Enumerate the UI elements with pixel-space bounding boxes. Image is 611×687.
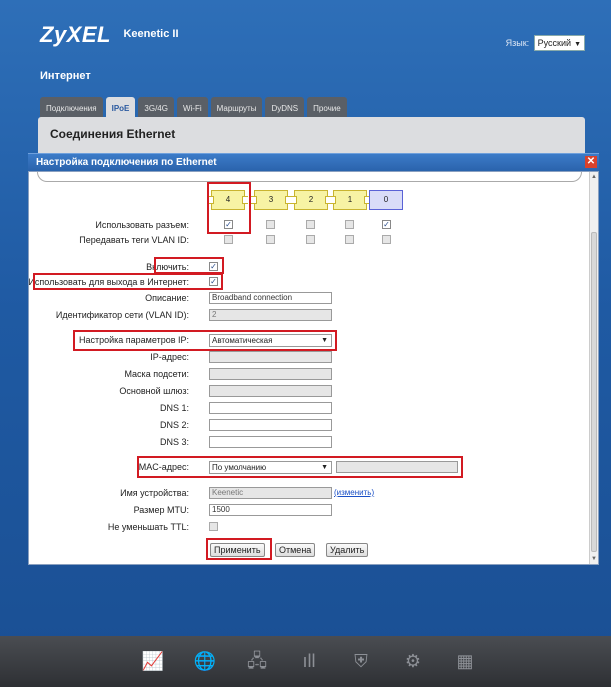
- chevron-down-icon: ▼: [321, 337, 328, 344]
- vlan-tag-0-checkbox[interactable]: [382, 235, 391, 244]
- scroll-up-icon[interactable]: ▲: [590, 174, 598, 180]
- chevron-down-icon: ▼: [574, 41, 581, 48]
- divider: [37, 172, 582, 182]
- gateway-input[interactable]: [209, 385, 332, 397]
- mtu-label: Размер MTU:: [133, 505, 189, 515]
- page-title: Интернет: [40, 70, 91, 82]
- dialog-scrollbar[interactable]: ▲ ▼: [589, 172, 598, 564]
- cancel-button[interactable]: Отмена: [275, 543, 316, 557]
- scroll-thumb[interactable]: [591, 232, 597, 552]
- device-name-input[interactable]: Keenetic: [209, 487, 332, 499]
- dialog-title: Настройка подключения по Ethernet: [36, 157, 217, 168]
- port-label: 3: [268, 195, 274, 204]
- port-label: 4: [225, 195, 231, 204]
- dialog-titlebar: Настройка подключения по Ethernet ✕: [28, 153, 599, 171]
- ttl-checkbox[interactable]: [209, 522, 218, 531]
- vlan-id-input[interactable]: 2: [209, 309, 332, 321]
- chart-icon[interactable]: 📈: [140, 648, 166, 674]
- device-name-label: Имя устройства:: [120, 488, 189, 498]
- use-port-2-checkbox[interactable]: [306, 220, 315, 229]
- port-notch: [330, 196, 336, 204]
- apply-button[interactable]: Применить: [210, 543, 265, 557]
- ip-settings-label: Настройка параметров IP:: [78, 335, 189, 345]
- port-notch: [208, 196, 214, 204]
- subnet-mask-label: Маска подсети:: [124, 369, 189, 379]
- signal-icon[interactable]: ıll: [296, 648, 322, 674]
- close-icon[interactable]: ✕: [585, 156, 597, 168]
- description-input[interactable]: Broadband connection: [209, 292, 332, 304]
- vlan-tag-2-checkbox[interactable]: [306, 235, 315, 244]
- dns2-input[interactable]: [209, 419, 332, 431]
- port-1: 1: [330, 190, 370, 210]
- bottom-taskbar: 📈 🌐 🖧 ıll ⛨ ⚙ ▦: [0, 636, 611, 687]
- mac-value: По умолчанию: [212, 463, 267, 472]
- dns1-input[interactable]: [209, 402, 332, 414]
- port-label: 0: [383, 195, 389, 204]
- use-port-3-checkbox[interactable]: [266, 220, 275, 229]
- ip-address-input[interactable]: [209, 351, 332, 363]
- vlan-tag-3-checkbox[interactable]: [266, 235, 275, 244]
- mtu-input[interactable]: 1500: [209, 504, 332, 516]
- scroll-down-icon[interactable]: ▼: [590, 556, 598, 562]
- ttl-label: Не уменьшать TTL:: [107, 522, 189, 532]
- dialog-body: 4 3 2 1 0 Использовать разъем: ✓ ✓ Перед…: [28, 171, 599, 565]
- use-port-0-checkbox[interactable]: ✓: [382, 220, 391, 229]
- vlan-tag-4-checkbox[interactable]: [224, 235, 233, 244]
- description-label: Описание:: [145, 293, 189, 303]
- vlan-tags-label: Передавать теги VLAN ID:: [79, 235, 189, 245]
- subnet-mask-input[interactable]: [209, 368, 332, 380]
- model-name: Keenetic II: [123, 28, 179, 40]
- dns2-label: DNS 2:: [159, 420, 189, 430]
- port-notch: [242, 196, 248, 204]
- dns3-label: DNS 3:: [159, 437, 189, 447]
- language-value: Русский: [537, 38, 572, 48]
- port-3: 3: [251, 190, 291, 210]
- port-label: 1: [347, 195, 353, 204]
- mac-select[interactable]: По умолчанию ▼: [209, 461, 332, 474]
- change-device-name-link[interactable]: (изменить): [334, 488, 374, 497]
- language-label: Язык:: [505, 38, 530, 48]
- use-port-1-checkbox[interactable]: [345, 220, 354, 229]
- dns3-input[interactable]: [209, 436, 332, 448]
- enable-label: Включить:: [146, 262, 189, 272]
- dns1-label: DNS 1:: [159, 403, 189, 413]
- port-notch: [291, 196, 297, 204]
- panel-title: Соединения Ethernet: [50, 127, 176, 141]
- gateway-label: Основной шлюз:: [119, 386, 189, 396]
- brand-name: ZyXEL: [40, 22, 111, 47]
- grid-icon[interactable]: ▦: [452, 648, 478, 674]
- globe-icon[interactable]: 🌐: [192, 648, 218, 674]
- port-notch: [251, 196, 257, 204]
- mac-address-input[interactable]: [336, 461, 458, 473]
- vlan-tag-1-checkbox[interactable]: [345, 235, 354, 244]
- ethernet-panel: Соединения Ethernet: [38, 117, 585, 157]
- enable-checkbox[interactable]: ✓: [209, 262, 218, 271]
- port-4: 4: [208, 190, 248, 210]
- gear-icon[interactable]: ⚙: [400, 648, 426, 674]
- chevron-down-icon: ▼: [321, 464, 328, 471]
- vlan-id-label: Идентификатор сети (VLAN ID):: [55, 310, 189, 320]
- language-dropdown[interactable]: Русский ▼: [533, 35, 585, 51]
- language-selector: Язык: Русский ▼: [506, 35, 585, 51]
- zyxel-logo: ZyXEL Keenetic II: [40, 22, 179, 48]
- ip-address-label: IP-адрес:: [150, 352, 189, 362]
- port-2: 2: [291, 190, 331, 210]
- ip-settings-value: Автоматическая: [212, 336, 273, 345]
- ip-settings-select[interactable]: Автоматическая ▼: [209, 334, 332, 347]
- port-label: 2: [308, 195, 314, 204]
- use-port-label: Использовать разъем:: [95, 220, 189, 230]
- port-0-internet: 0: [369, 190, 403, 210]
- internet-checkbox[interactable]: ✓: [209, 277, 218, 286]
- mac-label: MAC-адрес:: [138, 462, 189, 472]
- network-icon[interactable]: 🖧: [244, 648, 270, 674]
- shield-icon[interactable]: ⛨: [348, 648, 374, 674]
- use-port-4-checkbox[interactable]: ✓: [224, 220, 233, 229]
- internet-label: Использовать для выхода в Интернет:: [28, 277, 189, 287]
- delete-button[interactable]: Удалить: [326, 543, 369, 557]
